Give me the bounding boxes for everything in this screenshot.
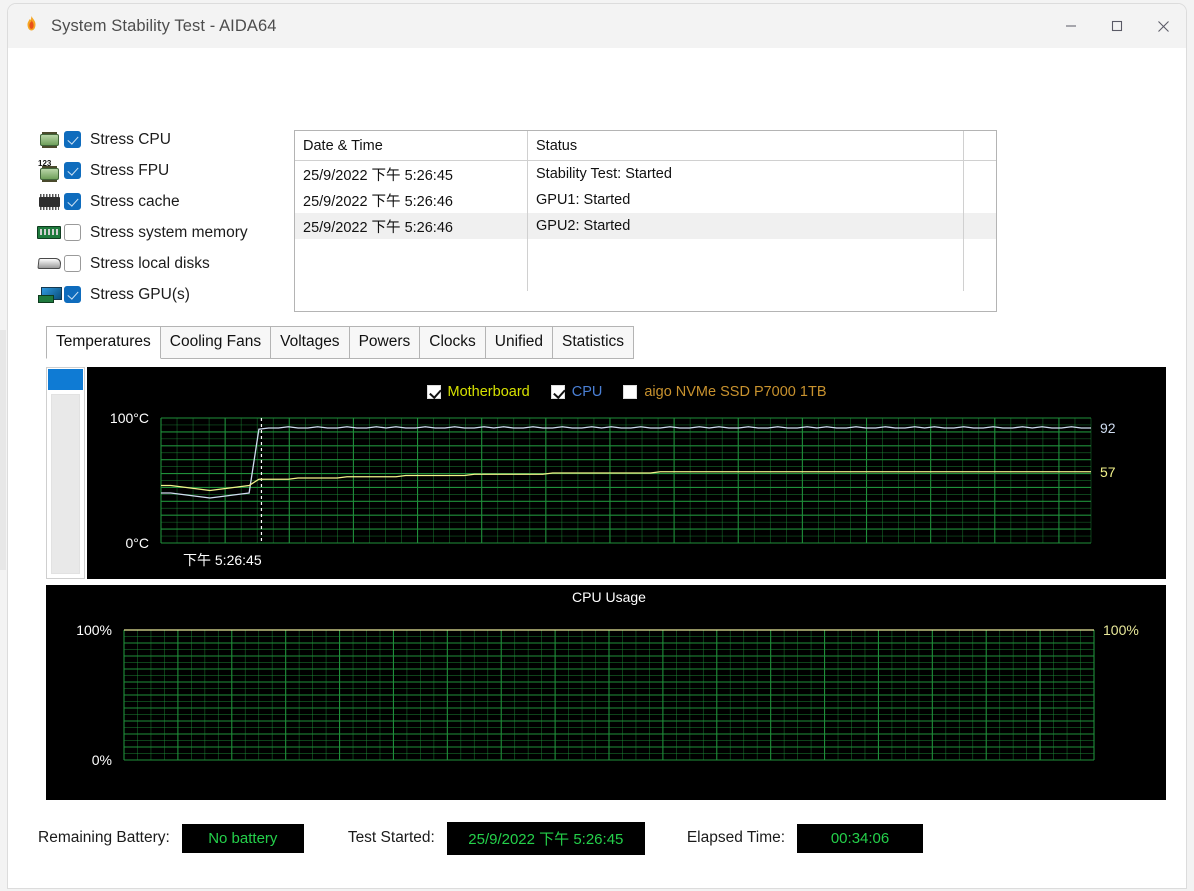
cell-datetime: 25/9/2022 下午 5:26:46	[295, 187, 528, 213]
table-row[interactable]: 25/9/2022 下午 5:26:46 GPU2: Started	[295, 213, 996, 239]
stress-option-label: Stress FPU	[90, 161, 170, 179]
stress-option-label: Stress local disks	[90, 254, 210, 272]
stress-option-fpu[interactable]: 123 Stress FPU	[34, 155, 294, 186]
sensor-list-scroll-column[interactable]	[46, 367, 85, 579]
stress-option-gpus[interactable]: Stress GPU(s)	[34, 279, 294, 310]
cpu-usage-chart: 100% 0% 100% CPU Usage	[46, 585, 1166, 800]
minimize-button[interactable]	[1048, 4, 1094, 48]
tab-cooling-fans[interactable]: Cooling Fans	[159, 326, 272, 359]
table-row-empty	[295, 265, 996, 291]
cell-datetime: 25/9/2022 下午 5:26:46	[295, 213, 528, 239]
svg-text:92: 92	[1100, 420, 1116, 436]
svg-text:CPU Usage: CPU Usage	[572, 589, 646, 605]
stress-gpus-checkbox[interactable]	[64, 286, 81, 303]
cell-status: GPU2: Started	[528, 213, 964, 239]
stress-option-cpu[interactable]: Stress CPU	[34, 124, 294, 155]
stress-cpu-checkbox[interactable]	[64, 131, 81, 148]
tab-powers[interactable]: Powers	[348, 326, 421, 359]
memory-dimm-icon	[34, 222, 64, 244]
svg-text:57: 57	[1100, 464, 1116, 480]
temperatures-plot: 100°C 0°C 92 57 下午 5:26:45	[110, 410, 1116, 568]
column-header-spacer	[964, 131, 996, 160]
test-started-value: 25/9/2022 下午 5:26:45	[446, 821, 645, 855]
test-started-label: Test Started:	[347, 829, 435, 846]
remaining-battery-value: No battery	[181, 823, 304, 853]
hard-disk-icon	[34, 253, 64, 275]
stress-option-local-disks[interactable]: Stress local disks	[34, 248, 294, 279]
column-header-status[interactable]: Status	[528, 131, 964, 160]
chart-tabs: Temperatures Cooling Fans Voltages Power…	[46, 326, 635, 359]
sensor-list-scrollbar-track[interactable]	[51, 394, 80, 574]
svg-text:100°C: 100°C	[110, 410, 149, 426]
stress-option-label: Stress GPU(s)	[90, 285, 190, 303]
stress-local-disks-checkbox[interactable]	[64, 255, 81, 272]
title-bar: System Stability Test - AIDA64	[8, 4, 1186, 48]
status-strip: Remaining Battery: No battery Test Start…	[38, 818, 1038, 858]
svg-text:0%: 0%	[92, 752, 112, 768]
gpu-card-icon	[34, 284, 64, 306]
svg-text:0°C: 0°C	[126, 535, 150, 551]
window-left-edge-strip	[0, 330, 6, 570]
cpu-usage-plot: 100% 0% 100% CPU Usage	[76, 589, 1139, 768]
aida64-stability-window: System Stability Test - AIDA64 Stress CP…	[8, 4, 1186, 888]
stress-system-memory-checkbox[interactable]	[64, 224, 81, 241]
flame-icon	[22, 15, 41, 37]
cell-status: GPU1: Started	[528, 187, 964, 213]
cache-chip-icon	[34, 191, 64, 213]
stress-option-label: Stress system memory	[90, 223, 248, 241]
stress-option-system-memory[interactable]: Stress system memory	[34, 217, 294, 248]
elapsed-time-value: 00:34:06	[797, 823, 924, 853]
window-title: System Stability Test - AIDA64	[51, 16, 277, 35]
svg-text:100%: 100%	[1103, 622, 1139, 638]
status-log-table[interactable]: Date & Time Status 25/9/2022 下午 5:26:45 …	[294, 130, 997, 312]
cell-status: Stability Test: Started	[528, 161, 964, 187]
tab-voltages[interactable]: Voltages	[270, 326, 350, 359]
stress-options-list: Stress CPU 123 Stress FPU Stress cache S…	[34, 124, 294, 310]
stress-option-cache[interactable]: Stress cache	[34, 186, 294, 217]
svg-text:100%: 100%	[76, 622, 112, 638]
tab-statistics[interactable]: Statistics	[552, 326, 635, 359]
remaining-battery-label: Remaining Battery:	[38, 829, 170, 846]
table-row[interactable]: 25/9/2022 下午 5:26:45 Stability Test: Sta…	[295, 161, 996, 187]
elapsed-time-label: Elapsed Time:	[686, 829, 786, 846]
window-controls	[1048, 4, 1186, 48]
tab-unified[interactable]: Unified	[484, 326, 554, 359]
column-header-datetime[interactable]: Date & Time	[295, 131, 528, 160]
charts-panel: Motherboard CPU aigo NVMe SSD P7000 1TB …	[46, 355, 1166, 800]
maximize-button[interactable]	[1094, 4, 1140, 48]
cell-datetime: 25/9/2022 下午 5:26:45	[295, 161, 528, 187]
stress-cache-checkbox[interactable]	[64, 193, 81, 210]
stress-fpu-checkbox[interactable]	[64, 162, 81, 179]
table-header-row: Date & Time Status	[295, 131, 996, 161]
table-row[interactable]: 25/9/2022 下午 5:26:46 GPU1: Started	[295, 187, 996, 213]
table-row-empty	[295, 239, 996, 265]
close-button[interactable]	[1140, 4, 1186, 48]
temperatures-chart: Motherboard CPU aigo NVMe SSD P7000 1TB …	[87, 367, 1166, 579]
svg-text:下午 5:26:45: 下午 5:26:45	[183, 552, 262, 568]
tab-clocks[interactable]: Clocks	[419, 326, 486, 359]
fpu-chip-icon: 123	[34, 159, 64, 182]
stress-option-label: Stress cache	[90, 192, 180, 210]
stress-option-label: Stress CPU	[90, 130, 171, 148]
sensor-list-selected-item[interactable]	[48, 369, 83, 390]
tab-temperatures[interactable]: Temperatures	[46, 326, 161, 359]
window-content: Stress CPU 123 Stress FPU Stress cache S…	[8, 48, 1186, 888]
cpu-chip-icon	[34, 129, 64, 151]
